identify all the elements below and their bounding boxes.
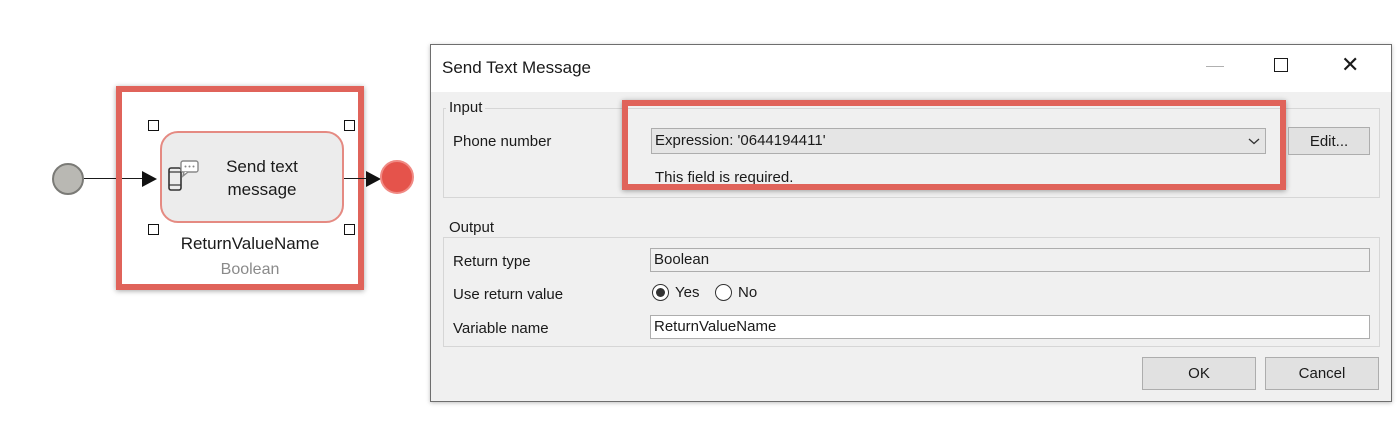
output-group-title: Output	[446, 219, 498, 236]
return-type-value: Boolean	[654, 251, 710, 268]
edit-button[interactable]: Edit...	[1288, 127, 1370, 155]
send-text-message-dialog	[430, 44, 1392, 402]
phone-number-label: Phone number	[453, 133, 552, 150]
return-variable-type: Boolean	[220, 261, 280, 278]
resize-handle-top-right[interactable]	[344, 120, 355, 131]
return-type-field	[650, 248, 1370, 272]
return-variable-name: ReturnValueName	[180, 234, 320, 253]
ok-button[interactable]: OK	[1142, 357, 1256, 390]
variable-name-value: ReturnValueName	[654, 318, 777, 335]
phone-message-icon	[166, 158, 202, 194]
no-radio[interactable]	[715, 284, 732, 301]
variable-name-label: Variable name	[453, 320, 549, 337]
sequence-flow-out	[344, 178, 368, 179]
dialog-title: Send Text Message	[442, 58, 591, 77]
phone-highlight-frame	[622, 100, 1286, 190]
yes-radio[interactable]	[652, 284, 669, 301]
input-group-title: Input	[446, 99, 486, 116]
end-event[interactable]	[380, 160, 414, 194]
return-type-label: Return type	[453, 253, 531, 270]
activity-label: Send text message	[226, 157, 298, 199]
minimize-button[interactable]	[1195, 52, 1235, 82]
use-return-value-label: Use return value	[453, 286, 564, 303]
minimize-icon	[1206, 66, 1224, 67]
start-event[interactable]	[52, 163, 84, 195]
maximize-icon	[1274, 58, 1288, 72]
arrow-head-icon	[366, 171, 381, 187]
no-radio-label[interactable]: No	[738, 284, 757, 301]
cancel-button[interactable]: Cancel	[1265, 357, 1379, 390]
yes-radio-label[interactable]: Yes	[675, 284, 699, 301]
close-icon: ✕	[1341, 52, 1360, 77]
radio-selected-dot	[655, 287, 665, 297]
resize-handle-top-left[interactable]	[148, 120, 159, 131]
